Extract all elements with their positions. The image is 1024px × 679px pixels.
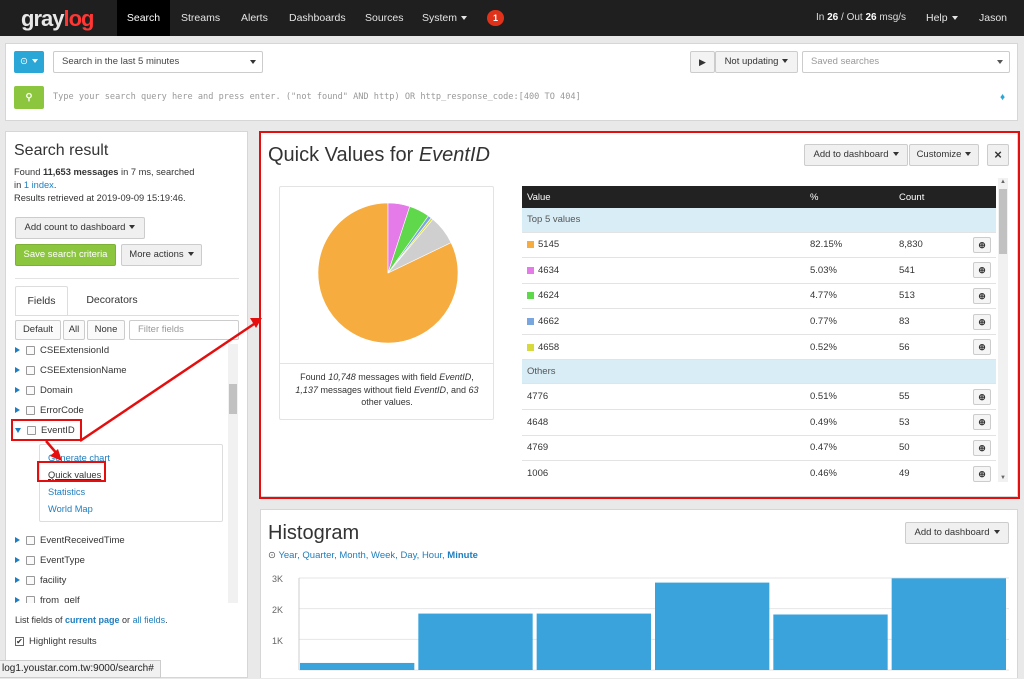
arrow-head <box>50 449 62 461</box>
arrow-line <box>79 322 255 443</box>
annotation-arrows <box>45 318 262 461</box>
